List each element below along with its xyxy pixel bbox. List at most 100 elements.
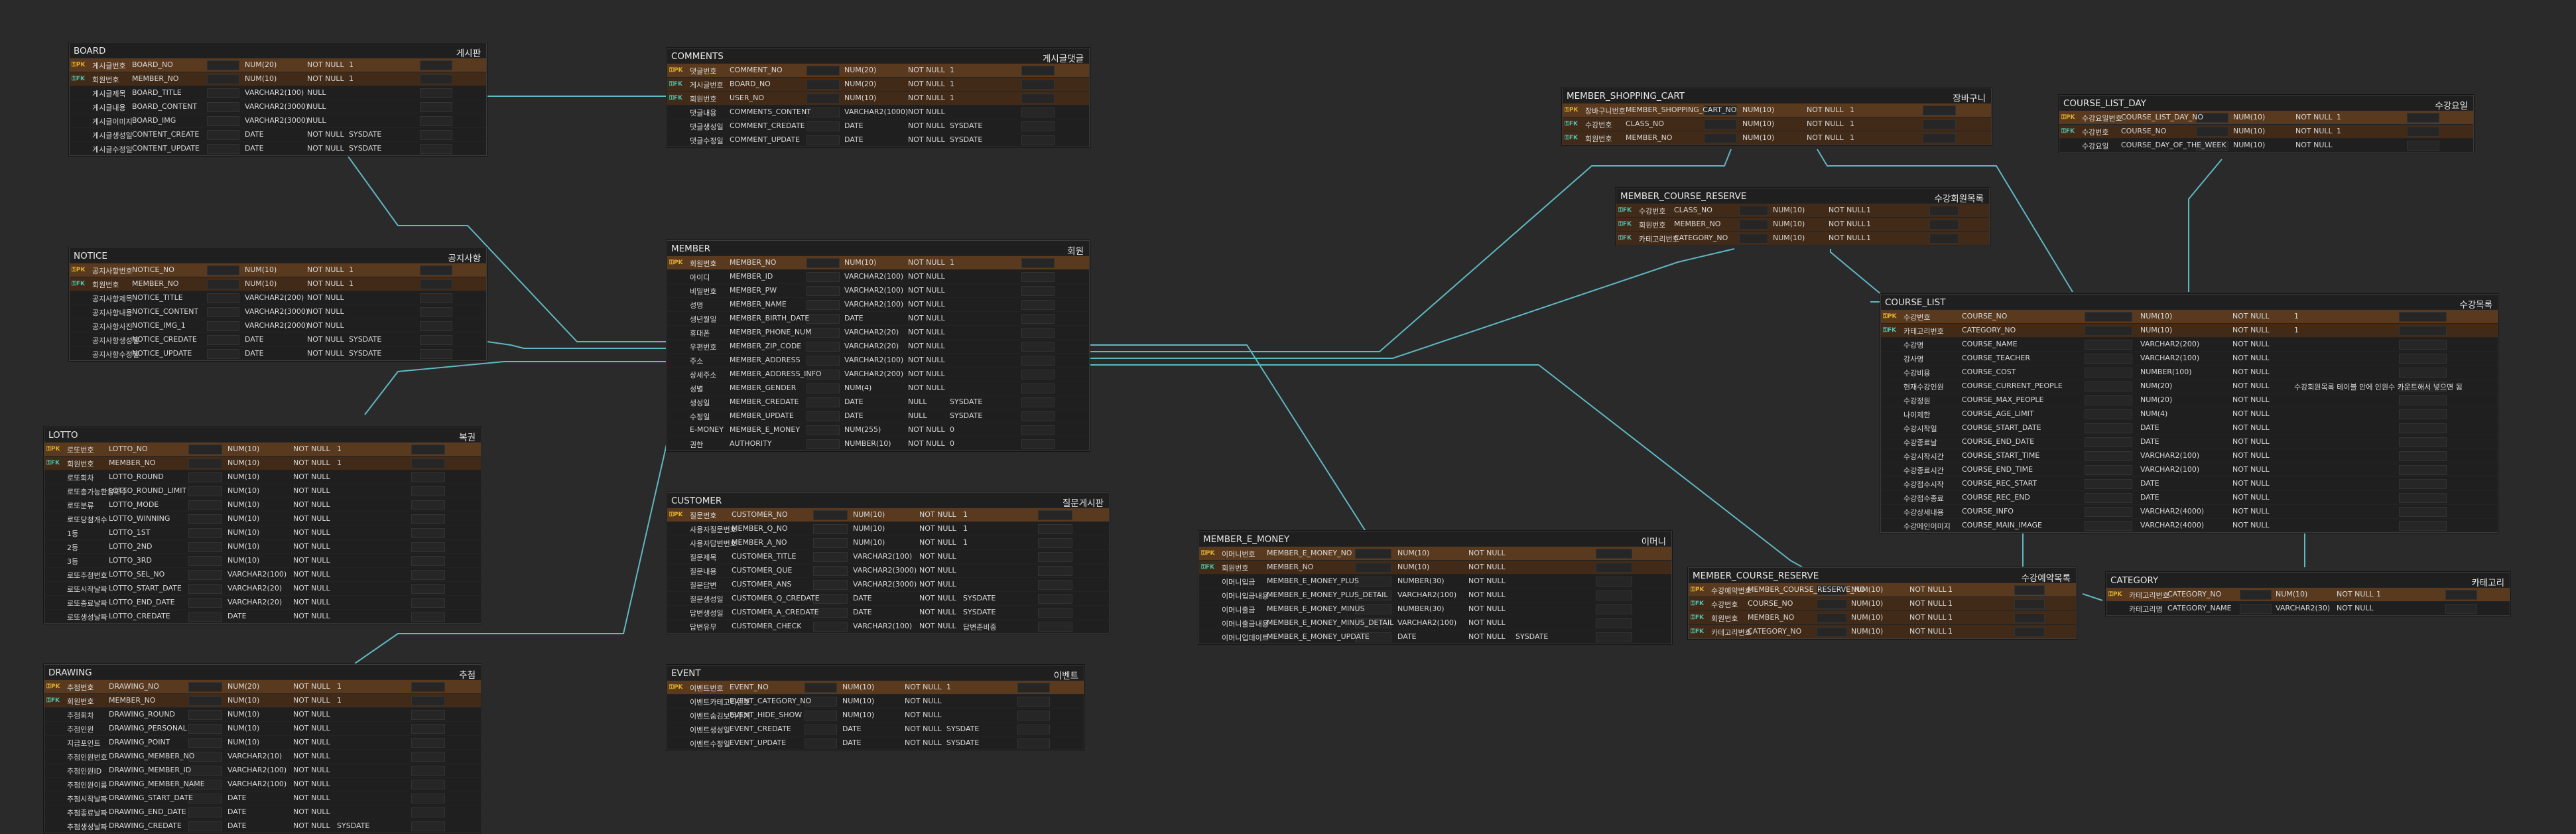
column-row[interactable]: 비밀번호 MEMBER_PW VARCHAR2(100) NOT NULL <box>667 283 1089 297</box>
column-row[interactable]: 댓글생성일 COMMENT_CREDATE DATE NOT NULL SYSDATE <box>667 119 1089 133</box>
column-row[interactable]: 답변생성일 CUSTOMER_A_CREDATE DATE NOT NULL SYSDA… <box>667 605 1109 619</box>
column-row[interactable]: ⚿PK 게시글번호 BOARD_NO NUM(20) NOT NULL 1 <box>70 58 486 72</box>
table-customer[interactable]: CUSTOMER 질문게시판 ⚿PK 질문번호 CUSTOMER_NO NUM(10) NO… <box>667 492 1110 634</box>
column-row[interactable]: 수강상세내용 COURSE_INFO VARCHAR2(4000) NOT NULL <box>1881 504 2498 518</box>
column-row[interactable]: ⚿FK 회원번호 MEMBER_NO NUM(10) NOT NULL 1 <box>44 456 481 470</box>
column-row[interactable]: 수강비용 COURSE_COST NUMBER(100) NOT NULL <box>1881 365 2498 379</box>
column-row[interactable]: 현재수강인원 COURSE_CURRENT_PEOPLE NUM(20) NOT NU… <box>1881 379 2498 393</box>
table-category[interactable]: CATEGORY 카테고리 ⚿PK 카테고리번호 CATEGORY_NO NUM(10) N… <box>2106 572 2510 616</box>
column-row[interactable]: ⚿FK 회원번호 MEMBER_NO NUM(10) NOT NULL 1 <box>1563 131 1991 145</box>
column-row[interactable]: ⚿PK 회원번호 MEMBER_NO NUM(10) NOT NULL 1 <box>667 255 1089 269</box>
column-row[interactable]: 수강시작시간 COURSE_START_TIME VARCHAR2(100) NOT … <box>1881 449 2498 462</box>
column-row[interactable]: ⚿PK 로또번호 LOTTO_NO NUM(10) NOT NULL 1 <box>44 442 481 456</box>
table-event[interactable]: EVENT 이벤트 ⚿PK 이벤트번호 EVENT_NO NUM(10) NOT NULL 1… <box>667 665 1084 750</box>
table-notice[interactable]: NOTICE 공지사항 ⚿PK 공지사항번호 NOTICE_NO NUM(10) NOT N… <box>69 247 487 361</box>
column-row[interactable]: ⚿PK 카테고리번호 CATEGORY_NO NUM(10) NOT NULL 1 <box>2106 587 2510 601</box>
column-row[interactable]: 수강명 COURSE_NAME VARCHAR2(200) NOT NULL <box>1881 337 2498 351</box>
table-member-course-reserve-top[interactable]: MEMBER_COURSE_RESERVE 수강회원목록 ⚿FK 수강번호 CLASS_… <box>1616 188 1990 245</box>
column-row[interactable]: 질문답변 CUSTOMER_ANS VARCHAR2(3000) NOT NULL <box>667 577 1109 591</box>
column-row[interactable]: 생성일 MEMBER_CREDATE DATE NULL SYSDATE <box>667 395 1089 409</box>
column-row[interactable]: ⚿FK 회원번호 MEMBER_NO NUM(10) NOT NULL <box>1199 560 1671 574</box>
column-row[interactable]: 이머니출금내용 MEMBER_E_MONEY_MINUS_DETAIL VARCHA… <box>1199 616 1671 630</box>
column-row[interactable]: 질문생성일 CUSTOMER_Q_CREDATE DATE NOT NULL SYSDA… <box>667 591 1109 605</box>
column-row[interactable]: 수강종료날 COURSE_END_DATE DATE NOT NULL <box>1881 435 2498 449</box>
column-row[interactable]: 질문내용 CUSTOMER_QUE VARCHAR2(3000) NOT NULL <box>667 563 1109 577</box>
column-row[interactable]: 게시글생성일 CONTENT_CREATE DATE NOT NULL SYSDATE <box>70 127 486 141</box>
column-row[interactable]: ⚿PK 공지사항번호 NOTICE_NO NUM(10) NOT NULL 1 <box>70 263 486 277</box>
column-row[interactable]: 지급포인트 DRAWING_POINT NUM(10) NOT NULL <box>44 735 481 749</box>
column-row[interactable]: 추첨생성날짜 DRAWING_CREDATE DATE NOT NULL SYSDATE <box>44 819 481 833</box>
column-row[interactable]: ⚿FK 회원번호 MEMBER_NO NUM(10) NOT NULL 1 <box>1616 217 1989 231</box>
column-row[interactable]: ⚿FK 회원번호 MEMBER_NO NUM(10) NOT NULL 1 <box>70 72 486 86</box>
column-row[interactable]: 공지사항사진 NOTICE_IMG_1 VARCHAR2(2000) NOT NULL <box>70 318 486 332</box>
column-row[interactable]: 로또총가능한응모수 LOTTO_ROUND_LIMIT NUM(10) NOT NUL… <box>44 484 481 498</box>
column-row[interactable]: 사용자답변번호 MEMBER_A_NO NUM(10) NOT NULL 1 <box>667 535 1109 549</box>
column-row[interactable]: 추첨인원ID DRAWING_MEMBER_ID VARCHAR2(100) NOT … <box>44 763 481 777</box>
column-row[interactable]: 추첨종료날짜 DRAWING_END_DATE DATE NOT NULL <box>44 805 481 819</box>
column-row[interactable]: ⚿PK 이머니번호 MEMBER_E_MONEY_NO NUM(10) NOT NULL <box>1199 546 1671 560</box>
column-row[interactable]: 댓글수정일 COMMENT_UPDATE DATE NOT NULL SYSDATE <box>667 133 1089 147</box>
column-row[interactable]: ⚿FK 회원번호 MEMBER_NO NUM(10) NOT NULL 1 <box>1689 610 2076 624</box>
column-row[interactable]: ⚿FK 카테고리번호 CATEGORY_NO NUM(10) NOT NULL 1 <box>1616 231 1989 245</box>
column-row[interactable]: 수강요일 COURSE_DAY_OF_THE_WEEK NUM(10) NOT NUL… <box>2059 138 2473 152</box>
column-row[interactable]: 추첨시작날짜 DRAWING_START_DATE DATE NOT NULL <box>44 791 481 805</box>
table-member-e-money[interactable]: MEMBER_E_MONEY 이머니 ⚿PK 이머니번호 MEMBER_E_MONEY_… <box>1198 531 1672 644</box>
column-row[interactable]: 카테고리명 CATEGORY_NAME VARCHAR2(30) NOT NULL <box>2106 601 2510 615</box>
column-row[interactable]: 성별 MEMBER_GENDER NUM(4) NOT NULL <box>667 381 1089 395</box>
column-row[interactable]: 휴대폰 MEMBER_PHONE_NUM VARCHAR2(20) NOT NULL <box>667 325 1089 339</box>
table-board[interactable]: BOARD 게시판 ⚿PK 게시글번호 BOARD_NO NUM(20) NOT NULL 1… <box>69 42 487 156</box>
column-row[interactable]: 로또생성날짜 LOTTO_CREDATE DATE NOT NULL <box>44 609 481 623</box>
column-row[interactable]: 추첨회차 DRAWING_ROUND NUM(10) NOT NULL <box>44 707 481 721</box>
column-row[interactable]: 2등 LOTTO_2ND NUM(10) NOT NULL <box>44 539 481 553</box>
column-row[interactable]: 공지사항수정일 NOTICE_UPDATE DATE NOT NULL SYSDATE <box>70 346 486 360</box>
column-row[interactable]: 이머니출금 MEMBER_E_MONEY_MINUS NUMBER(30) NOT N… <box>1199 602 1671 616</box>
column-row[interactable]: 수강접수종료 COURSE_REC_END DATE NOT NULL <box>1881 490 2498 504</box>
column-row[interactable]: 사용자질문번호 MEMBER_Q_NO NUM(10) NOT NULL 1 <box>667 521 1109 535</box>
column-row[interactable]: 성명 MEMBER_NAME VARCHAR2(100) NOT NULL <box>667 297 1089 311</box>
column-row[interactable]: E-MONEY MEMBER_E_MONEY NUM(255) NOT NULL 0 <box>667 423 1089 437</box>
column-row[interactable]: ⚿FK 회원번호 USER_NO NUM(10) NOT NULL 1 <box>667 91 1089 105</box>
column-row[interactable]: 1등 LOTTO_1ST NUM(10) NOT NULL <box>44 525 481 539</box>
column-row[interactable]: 이벤트수정일 EVENT_UPDATE DATE NOT NULL SYSDATE <box>667 736 1084 750</box>
column-row[interactable]: 이머니입금내용 MEMBER_E_MONEY_PLUS_DETAIL VARCHAR… <box>1199 588 1671 602</box>
column-row[interactable]: 게시글수정일 CONTENT_UPDATE DATE NOT NULL SYSDATE <box>70 141 486 155</box>
table-lotto[interactable]: LOTTO 복권 ⚿PK 로또번호 LOTTO_NO NUM(10) NOT NULL 1 ⚿F… <box>44 427 482 624</box>
column-row[interactable]: ⚿PK 질문번호 CUSTOMER_NO NUM(10) NOT NULL 1 <box>667 508 1109 521</box>
column-row[interactable]: 로또추첨번호 LOTTO_SEL_NO VARCHAR2(100) NOT NULL <box>44 567 481 581</box>
column-row[interactable]: ⚿PK 댓글번호 COMMENT_NO NUM(20) NOT NULL 1 <box>667 63 1089 77</box>
table-member-shopping-cart[interactable]: MEMBER_SHOPPING_CART 장바구니 ⚿PK 장바구니번호 MEMBER_… <box>1562 88 1992 145</box>
column-row[interactable]: ⚿PK 장바구니번호 MEMBER_SHOPPING_CART_NO NUM(10) N… <box>1563 103 1991 117</box>
column-row[interactable]: 로또회차 LOTTO_ROUND NUM(10) NOT NULL <box>44 470 481 484</box>
column-row[interactable]: ⚿FK 수강번호 CLASS_NO NUM(10) NOT NULL 1 <box>1563 117 1991 131</box>
column-row[interactable]: 게시글제목 BOARD_TITLE VARCHAR2(100) NULL <box>70 86 486 100</box>
table-member-course-reserve-bottom[interactable]: MEMBER_COURSE_RESERVE 수강예약목록 ⚿PK 수강예약번호 MEMB… <box>1688 567 2077 639</box>
column-row[interactable]: 답변유무 CUSTOMER_CHECK VARCHAR2(100) NOT NULL 답… <box>667 619 1109 633</box>
table-course-list-day[interactable]: COURSE_LIST_DAY 수강요일 ⚿PK 수강요일번호 COURSE_LIST_… <box>2059 95 2474 153</box>
column-row[interactable]: 3등 LOTTO_3RD NUM(10) NOT NULL <box>44 553 481 567</box>
column-row[interactable]: ⚿FK 회원번호 MEMBER_NO NUM(10) NOT NULL 1 <box>44 693 481 707</box>
column-row[interactable]: ⚿PK 이벤트번호 EVENT_NO NUM(10) NOT NULL 1 <box>667 680 1084 694</box>
column-row[interactable]: ⚿FK 회원번호 MEMBER_NO NUM(10) NOT NULL 1 <box>70 277 486 291</box>
column-row[interactable]: 이벤트카테고리번호 EVENT_CATEGORY_NO NUM(10) NOT NUL… <box>667 694 1084 708</box>
column-row[interactable]: ⚿FK 수강번호 CLASS_NO NUM(10) NOT NULL 1 <box>1616 203 1989 217</box>
column-row[interactable]: 게시글이미지 BOARD_IMG VARCHAR2(3000) NULL <box>70 113 486 127</box>
column-row[interactable]: ⚿FK 수강번호 COURSE_NO NUM(10) NOT NULL 1 <box>1689 596 2076 610</box>
column-row[interactable]: 추첨인원이름 DRAWING_MEMBER_NAME VARCHAR2(100) NO… <box>44 777 481 791</box>
column-row[interactable]: 로또분류 LOTTO_MODE NUM(10) NOT NULL <box>44 498 481 512</box>
column-row[interactable]: ⚿FK 카테고리번호 CATEGORY_NO NUM(10) NOT NULL 1 <box>1881 323 2498 337</box>
column-row[interactable]: 수강시작일 COURSE_START_DATE DATE NOT NULL <box>1881 421 2498 435</box>
column-row[interactable]: 이머니입금 MEMBER_E_MONEY_PLUS NUMBER(30) NOT NU… <box>1199 574 1671 588</box>
column-row[interactable]: 이벤트숨김보여주기 EVENT_HIDE_SHOW NUM(10) NOT NULL <box>667 708 1084 722</box>
column-row[interactable]: 수강정원 COURSE_MAX_PEOPLE NUM(20) NOT NULL <box>1881 393 2498 407</box>
column-row[interactable]: 게시글내용 BOARD_CONTENT VARCHAR2(3000) NULL <box>70 100 486 113</box>
column-row[interactable]: 수강메인이미지 COURSE_MAIN_IMAGE VARCHAR2(4000) NO… <box>1881 518 2498 532</box>
column-row[interactable]: 공지사항제목 NOTICE_TITLE VARCHAR2(200) NOT NULL <box>70 291 486 305</box>
column-row[interactable]: 생년월일 MEMBER_BIRTH_DATE DATE NOT NULL <box>667 311 1089 325</box>
column-row[interactable]: 질문제목 CUSTOMER_TITLE VARCHAR2(100) NOT NULL <box>667 549 1109 563</box>
column-row[interactable]: 주소 MEMBER_ADDRESS VARCHAR2(100) NOT NULL <box>667 353 1089 367</box>
table-member[interactable]: MEMBER 회원 ⚿PK 회원번호 MEMBER_NO NUM(10) NOT NULL 1… <box>667 240 1090 451</box>
column-row[interactable]: 이머니업데이트 MEMBER_E_MONEY_UPDATE DATE NOT NULL… <box>1199 630 1671 644</box>
column-row[interactable]: 댓글내용 COMMENTS_CONTENT VARCHAR2(1000) NOT NU… <box>667 105 1089 119</box>
column-row[interactable]: 로또시작날짜 LOTTO_START_DATE VARCHAR2(20) NOT NU… <box>44 581 481 595</box>
table-drawing[interactable]: DRAWING 추첨 ⚿PK 추첨번호 DRAWING_NO NUM(20) NOT NUL… <box>44 664 482 833</box>
